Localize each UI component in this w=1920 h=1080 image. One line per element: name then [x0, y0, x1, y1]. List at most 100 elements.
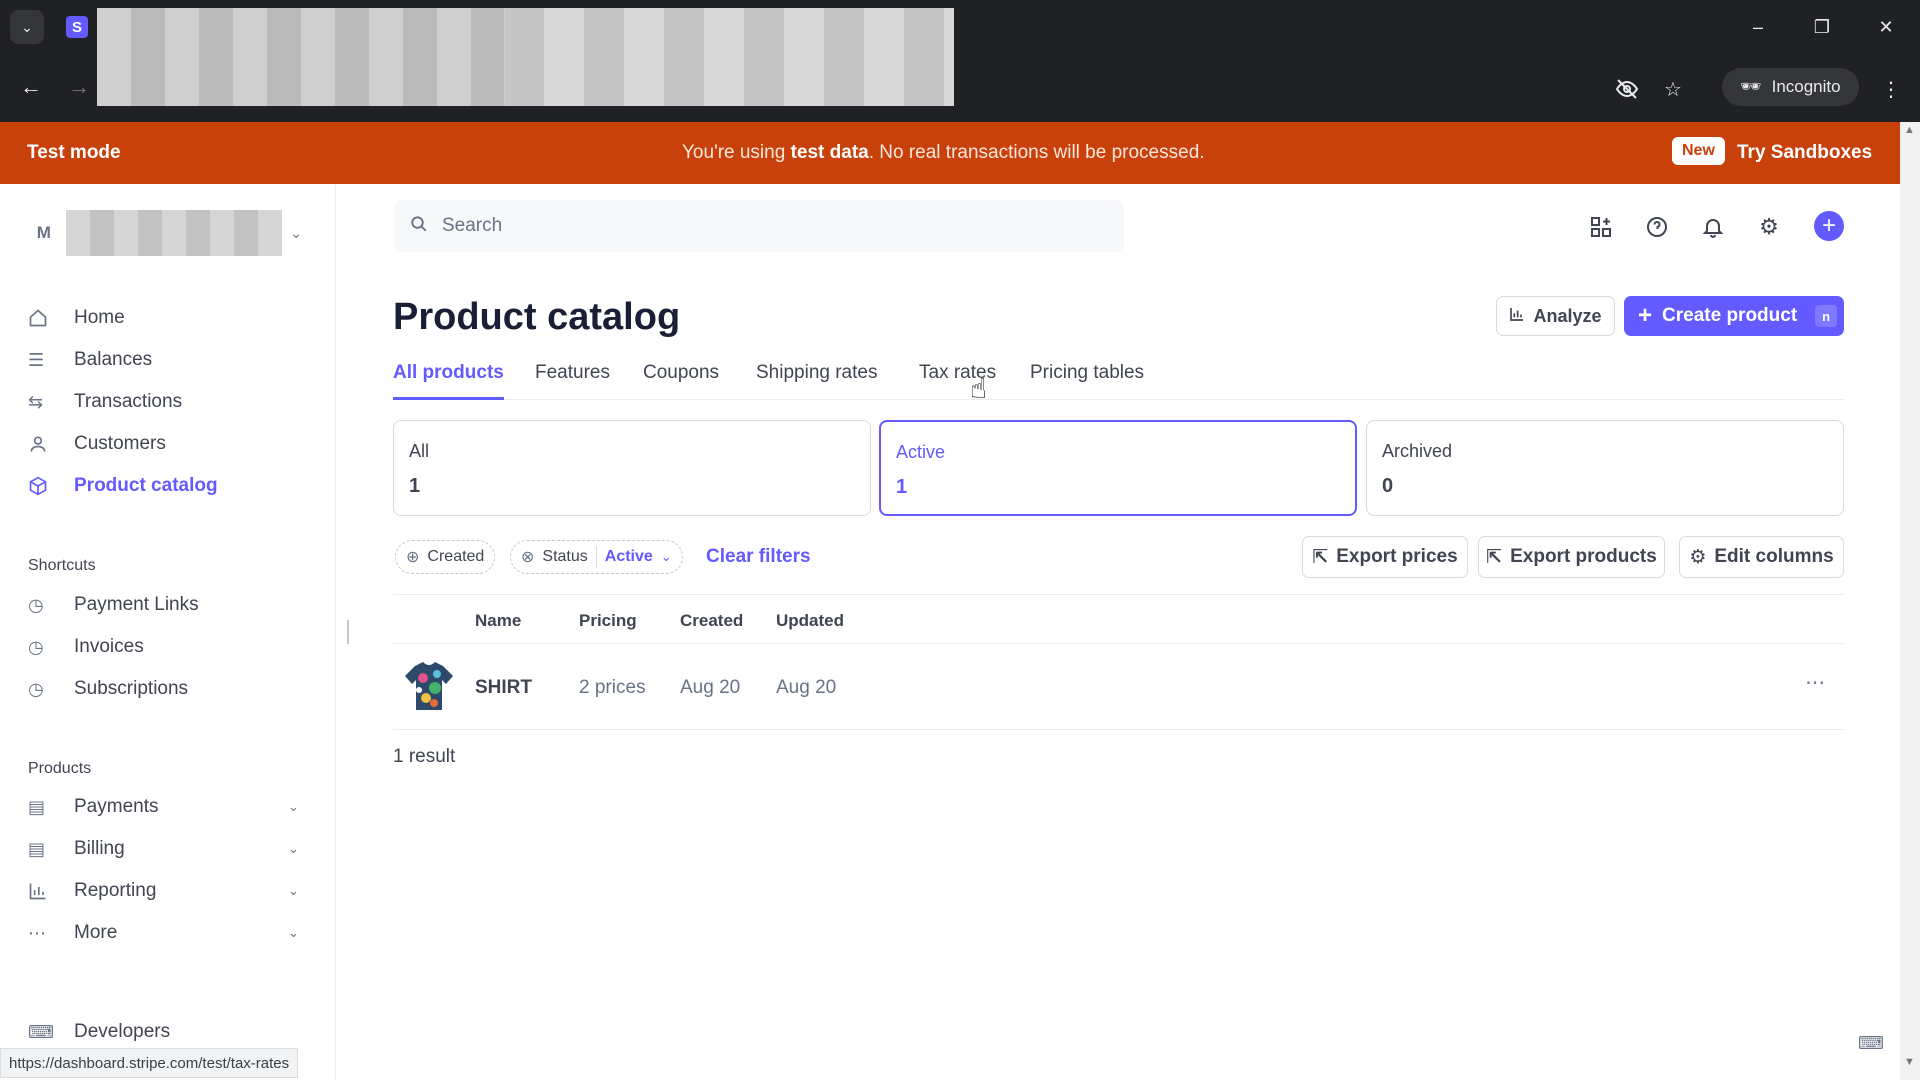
- sidebar-item-label: Invoices: [74, 636, 144, 657]
- test-mode-message: You're using test data. No real transact…: [682, 142, 1205, 164]
- receipt-icon: ▤: [28, 838, 46, 859]
- create-product-button[interactable]: + Create product n: [1624, 296, 1844, 336]
- clear-filters-link[interactable]: Clear filters: [706, 546, 811, 568]
- back-arrow-icon[interactable]: ←: [16, 72, 46, 102]
- clock-icon: ◷: [28, 594, 44, 615]
- sidebar-item-label: Home: [74, 307, 125, 328]
- analyze-button[interactable]: Analyze: [1496, 296, 1615, 336]
- banner-message-bold: test data: [790, 142, 869, 163]
- person-icon: [28, 434, 60, 454]
- export-products-button[interactable]: ⇱ Export products: [1478, 536, 1665, 578]
- table-row[interactable]: SHIRT 2 prices Aug 20 Aug 20 ⋯: [393, 644, 1844, 730]
- sidebar-item-reporting[interactable]: Reporting ⌄: [28, 873, 299, 909]
- edit-columns-button[interactable]: ⚙ Edit columns: [1679, 536, 1844, 578]
- banner-message-pre: You're using: [682, 142, 791, 163]
- bookmark-star-icon[interactable]: ☆: [1658, 74, 1688, 104]
- result-count: 1 result: [393, 746, 456, 767]
- eye-slash-icon[interactable]: [1612, 74, 1642, 104]
- sidebar-item-invoices[interactable]: ◷ Invoices: [28, 629, 144, 665]
- sidebar-item-developers[interactable]: ⌨ Developers: [28, 1014, 170, 1050]
- chevron-down-icon: ⌄: [288, 883, 299, 898]
- tab-all-products[interactable]: All products: [393, 362, 504, 400]
- product-thumbnail-shirt: [401, 658, 457, 714]
- apps-grid-icon[interactable]: [1586, 212, 1616, 242]
- tab-features[interactable]: Features: [535, 362, 610, 400]
- filter-status-label: Status: [542, 548, 588, 565]
- sidebar-item-label: Transactions: [74, 391, 183, 412]
- export-icon: ⇱: [1486, 546, 1503, 568]
- export-prices-button[interactable]: ⇱ Export prices: [1302, 536, 1468, 578]
- sidebar-item-transactions[interactable]: ⇆ Transactions: [28, 384, 182, 420]
- sidebar-item-home[interactable]: Home: [28, 300, 125, 336]
- create-product-label: Create product: [1662, 305, 1798, 326]
- resize-handle[interactable]: [347, 620, 349, 644]
- x-circle-icon: ⊗: [521, 549, 535, 566]
- incognito-icon: 🕶: [1740, 77, 1762, 96]
- sidebar-item-payments[interactable]: ▤ Payments ⌄: [28, 789, 299, 825]
- product-updated: Aug 20: [776, 677, 837, 698]
- row-actions-ellipsis-icon[interactable]: ⋯: [1805, 670, 1826, 695]
- sidebar-item-customers[interactable]: Customers: [28, 426, 166, 462]
- card-archived[interactable]: Archived 0: [1366, 420, 1844, 516]
- redacted-account-name: [65, 210, 283, 256]
- balances-icon: ☰: [28, 349, 45, 370]
- help-icon[interactable]: [1642, 212, 1672, 242]
- filter-created[interactable]: ⊕ Created: [395, 540, 496, 574]
- sidebar-item-balances[interactable]: ☰ Balances: [28, 342, 152, 378]
- page-scrollbar[interactable]: [1900, 122, 1920, 1080]
- scroll-down-arrow-icon[interactable]: ▼: [1904, 1056, 1915, 1068]
- column-header-pricing[interactable]: Pricing: [579, 611, 637, 631]
- sidebar-item-product-catalog[interactable]: Product catalog: [28, 468, 218, 504]
- chevron-down-icon: ⌄: [288, 925, 299, 940]
- browser-menu-icon[interactable]: ⋮: [1876, 74, 1906, 104]
- sidebar-item-payment-links[interactable]: ◷ Payment Links: [28, 587, 199, 623]
- column-header-updated[interactable]: Updated: [776, 611, 844, 631]
- terminal-icon: ⌨: [28, 1021, 54, 1042]
- product-name[interactable]: SHIRT: [475, 677, 532, 699]
- bell-icon[interactable]: [1698, 212, 1728, 242]
- new-badge: New: [1672, 137, 1725, 165]
- search-input[interactable]: Search: [394, 200, 1124, 252]
- sidebar-item-label: Payments: [74, 796, 159, 817]
- column-header-created[interactable]: Created: [680, 611, 743, 631]
- incognito-badge[interactable]: 🕶 Incognito: [1722, 68, 1859, 106]
- scroll-up-arrow-icon[interactable]: ▲: [1904, 124, 1915, 136]
- card-label: All: [409, 441, 430, 461]
- gear-icon[interactable]: ⚙: [1754, 212, 1784, 242]
- try-sandboxes-link[interactable]: Try Sandboxes: [1737, 142, 1872, 164]
- forward-arrow-icon[interactable]: →: [64, 72, 94, 102]
- sidebar-item-billing[interactable]: ▤ Billing ⌄: [28, 831, 299, 867]
- tab-pricing-tables[interactable]: Pricing tables: [1030, 362, 1144, 400]
- restore-window-icon[interactable]: ❐: [1802, 12, 1842, 42]
- card-all[interactable]: All 1: [393, 420, 871, 516]
- sidebar-item-label: Customers: [74, 433, 166, 454]
- plus-icon: +: [1638, 302, 1653, 329]
- wallet-icon: ▤: [28, 796, 46, 817]
- filter-status[interactable]: ⊗ Status Active ⌄: [510, 540, 683, 574]
- clock-icon: ◷: [28, 636, 44, 657]
- sidebar-item-more[interactable]: ⋯ More ⌄: [28, 915, 299, 951]
- stripe-favicon-icon[interactable]: S: [66, 16, 88, 38]
- export-products-label: Export products: [1510, 546, 1657, 567]
- close-window-icon[interactable]: ✕: [1866, 12, 1906, 42]
- tab-shipping-rates[interactable]: Shipping rates: [756, 362, 877, 400]
- sidebar-item-label: Balances: [74, 349, 153, 370]
- tab-coupons[interactable]: Coupons: [643, 362, 719, 400]
- card-active[interactable]: Active 1: [879, 420, 1357, 516]
- divider: [595, 546, 597, 568]
- minimize-icon[interactable]: –: [1738, 12, 1778, 42]
- chevron-down-icon: ⌄: [290, 224, 302, 241]
- account-switcher[interactable]: M ⌄: [28, 210, 302, 256]
- card-value: 1: [896, 476, 908, 498]
- test-mode-label: Test mode: [27, 142, 121, 163]
- account-initial: M: [36, 223, 51, 242]
- sidebar-item-subscriptions[interactable]: ◷ Subscriptions: [28, 671, 188, 707]
- table-header: Name Pricing Created Updated: [393, 594, 1844, 644]
- products-header: Products: [28, 760, 92, 777]
- plus-circle-icon[interactable]: +: [1814, 211, 1844, 241]
- column-header-name[interactable]: Name: [475, 611, 521, 631]
- box-icon: [28, 476, 60, 496]
- gear-icon: ⚙: [1689, 546, 1707, 568]
- console-icon[interactable]: ⌨: [1856, 1030, 1886, 1056]
- tab-search-dropdown-icon[interactable]: ⌄: [10, 10, 44, 44]
